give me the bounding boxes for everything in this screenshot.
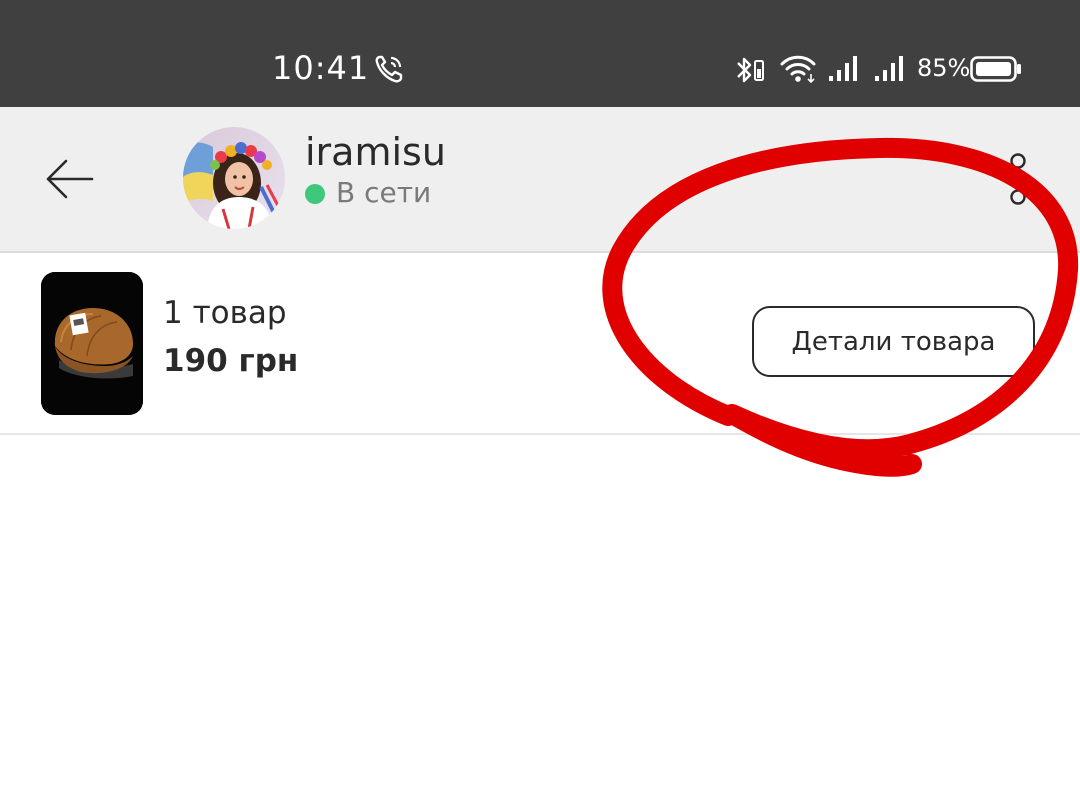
- cap-image: [41, 272, 143, 415]
- more-vertical-icon: [1010, 153, 1026, 205]
- battery-percent: 85%: [917, 54, 971, 82]
- status-bar: 10:41 85%: [0, 0, 1080, 107]
- online-status-text: В сети: [336, 176, 432, 209]
- bluetooth-icon: [737, 57, 764, 83]
- chat-header: iramisu В сети: [0, 107, 1080, 253]
- product-price: 190 грн: [163, 343, 299, 379]
- product-summary: 1 товар 190 грн Детали товара: [0, 253, 1080, 435]
- avatar-image: [183, 127, 285, 229]
- call-icon: [375, 55, 403, 83]
- product-thumbnail[interactable]: [41, 272, 143, 415]
- online-status-dot: [305, 184, 325, 204]
- more-options-button[interactable]: [1004, 151, 1032, 207]
- arrow-left-icon: [46, 159, 94, 199]
- avatar[interactable]: [183, 127, 285, 229]
- status-time: 10:41: [272, 49, 370, 87]
- battery-icon: [970, 56, 1021, 82]
- back-button[interactable]: [40, 155, 100, 203]
- signal-icon: [829, 56, 857, 81]
- chat-screen: 10:41 85% iramisu В сети 1 товар 190 грн…: [0, 0, 1080, 791]
- product-count: 1 товар: [163, 295, 287, 331]
- product-details-button[interactable]: Детали товара: [752, 306, 1035, 377]
- signal-icon: [875, 56, 903, 81]
- user-name[interactable]: iramisu: [305, 129, 446, 175]
- wifi-icon: [780, 55, 816, 84]
